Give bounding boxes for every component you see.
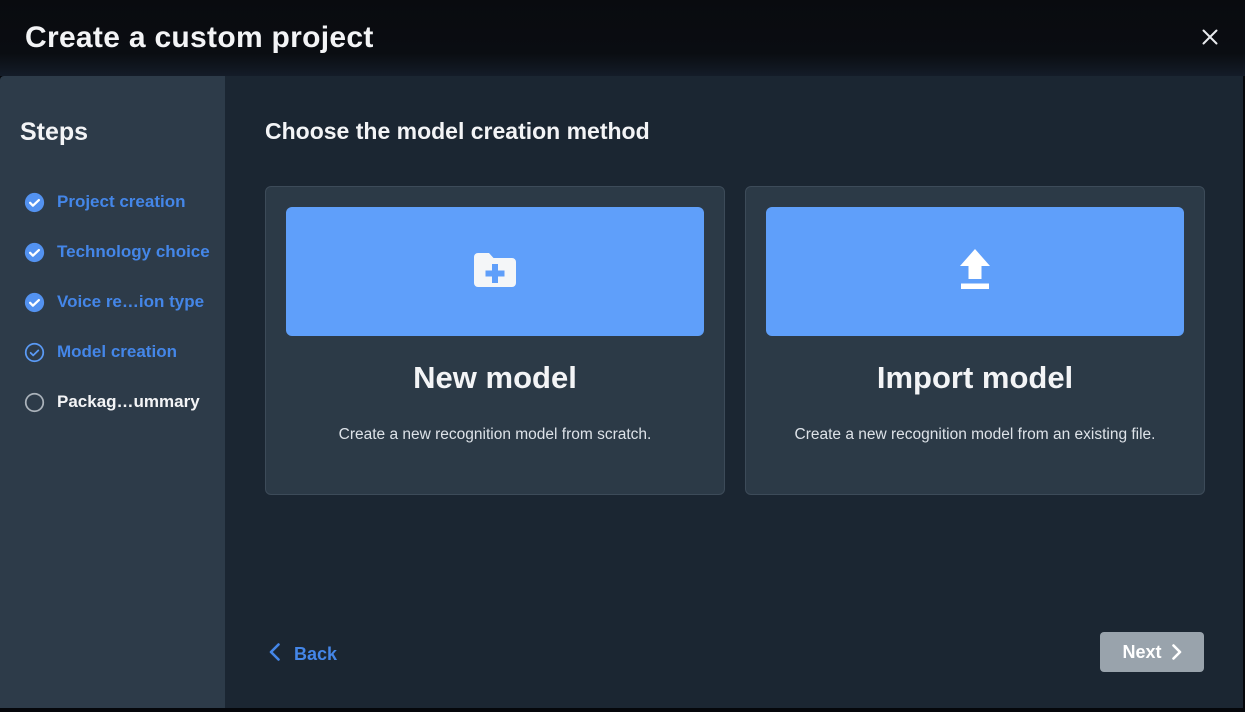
back-button[interactable]: Back xyxy=(269,643,337,666)
page-title: Choose the model creation method xyxy=(265,118,650,145)
step-label: Model creation xyxy=(57,342,177,362)
sidebar-step-model-creation[interactable]: Model creation xyxy=(0,327,225,377)
check-circle-outline-icon xyxy=(24,342,45,363)
chevron-left-icon xyxy=(269,643,280,666)
step-label: Packag…ummary xyxy=(57,392,200,412)
modal-body: Steps Project creation Technology choice… xyxy=(0,76,1243,708)
new-model-card[interactable]: New model Create a new recognition model… xyxy=(265,186,725,495)
upload-icon xyxy=(957,248,993,295)
new-model-banner[interactable] xyxy=(286,207,704,336)
sidebar-step-package-summary[interactable]: Packag…ummary xyxy=(0,377,225,427)
back-label: Back xyxy=(294,644,337,665)
steps-heading: Steps xyxy=(20,118,225,147)
step-label: Voice re…ion type xyxy=(57,292,204,312)
next-button[interactable]: Next xyxy=(1100,632,1204,672)
steps-sidebar: Steps Project creation Technology choice… xyxy=(0,76,225,708)
import-model-card[interactable]: Import model Create a new recognition mo… xyxy=(745,186,1205,495)
step-label: Project creation xyxy=(57,192,186,212)
step-list: Project creation Technology choice Voice… xyxy=(0,177,225,427)
modal-header: Create a custom project xyxy=(0,0,1245,76)
step-label: Technology choice xyxy=(57,242,210,262)
new-folder-icon xyxy=(471,249,519,294)
close-icon[interactable] xyxy=(1199,26,1221,48)
card-description: Create a new recognition model from scra… xyxy=(286,426,704,444)
card-title: New model xyxy=(286,360,704,396)
main-panel: Choose the model creation method New mod… xyxy=(225,76,1243,708)
modal-title: Create a custom project xyxy=(25,21,374,55)
import-model-banner[interactable] xyxy=(766,207,1184,336)
card-title: Import model xyxy=(766,360,1184,396)
check-circle-icon xyxy=(24,292,45,313)
sidebar-step-project-creation[interactable]: Project creation xyxy=(0,177,225,227)
next-label: Next xyxy=(1122,642,1161,663)
chevron-right-icon xyxy=(1172,644,1182,660)
check-circle-icon xyxy=(24,192,45,213)
card-row: New model Create a new recognition model… xyxy=(265,186,1205,495)
check-circle-icon xyxy=(24,242,45,263)
empty-circle-icon xyxy=(24,392,45,413)
sidebar-step-technology-choice[interactable]: Technology choice xyxy=(0,227,225,277)
sidebar-step-voice-recognition-type[interactable]: Voice re…ion type xyxy=(0,277,225,327)
card-description: Create a new recognition model from an e… xyxy=(766,426,1184,444)
